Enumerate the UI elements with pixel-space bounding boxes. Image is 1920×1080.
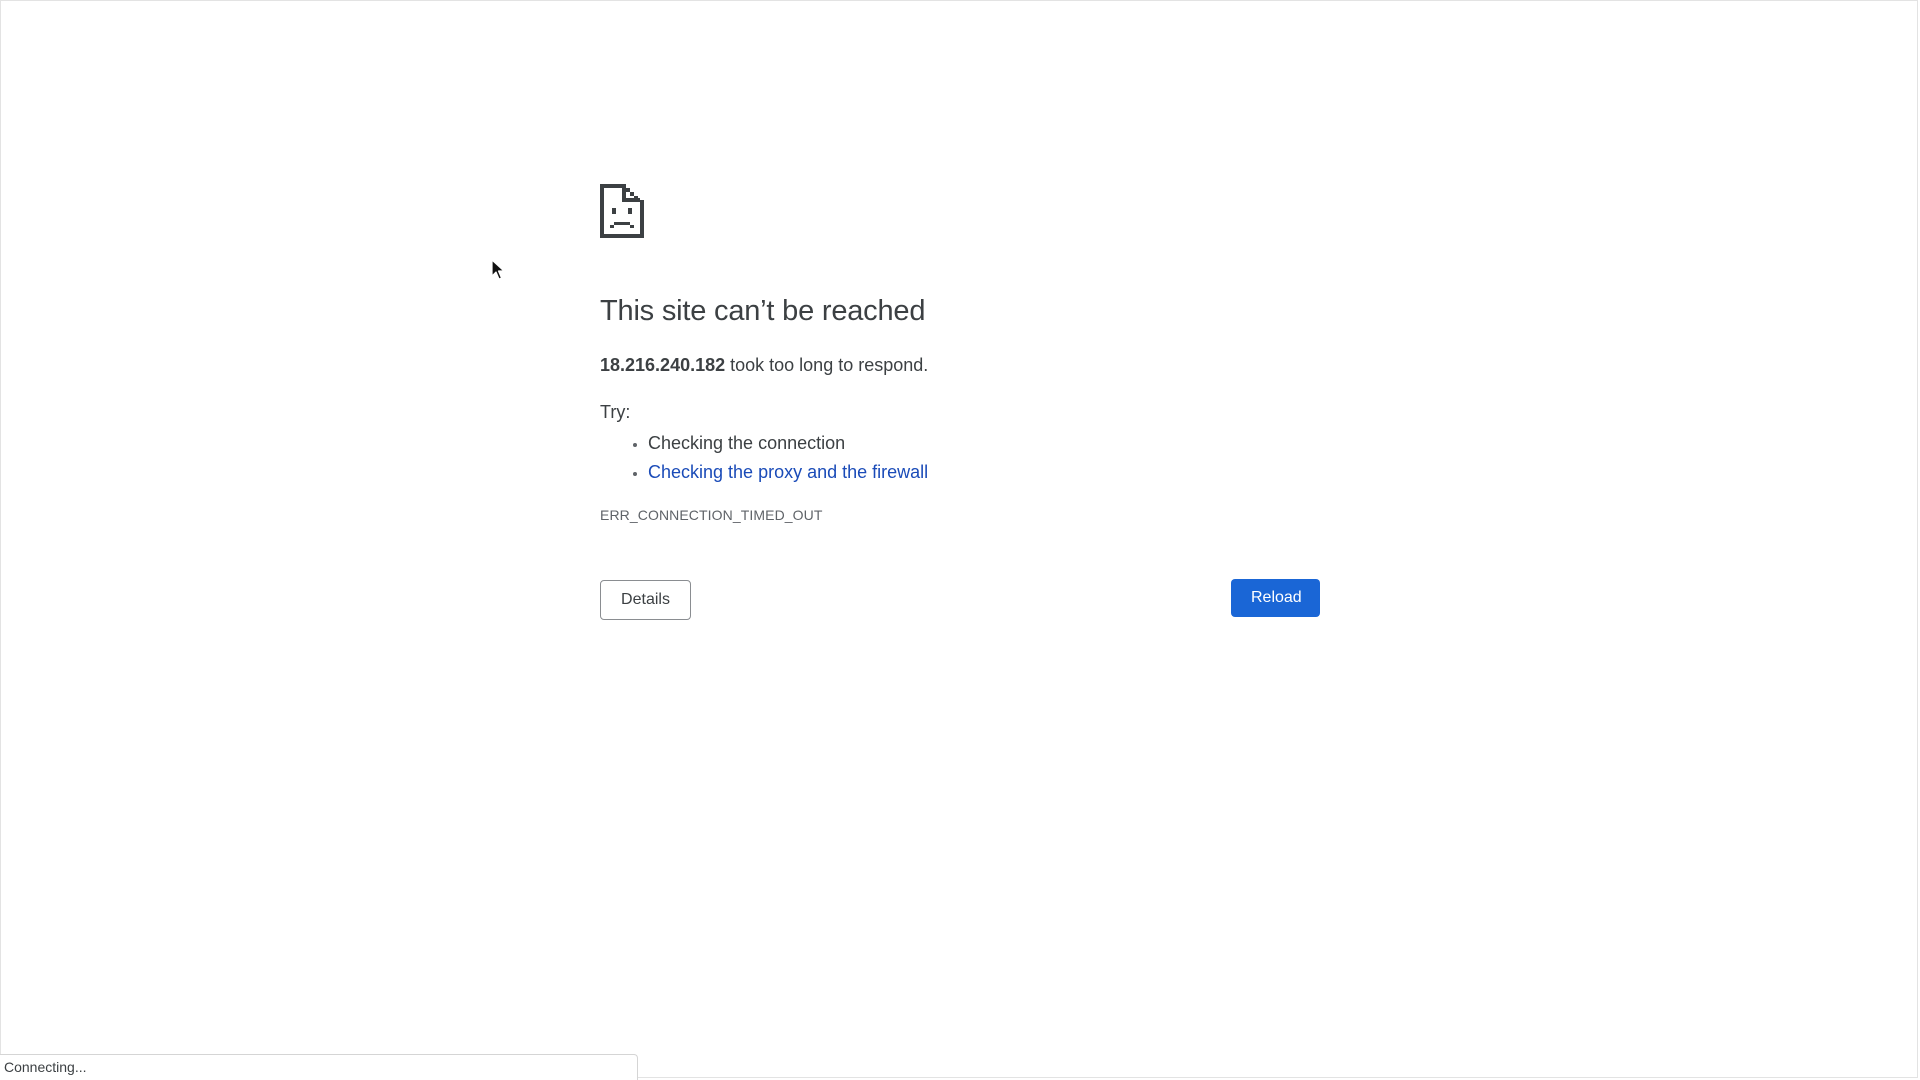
error-host: 18.216.240.182: [600, 354, 726, 375]
error-title: This site can’t be reached: [600, 295, 926, 327]
try-label: Try:: [600, 401, 631, 422]
error-page: This site can’t be reached 18.216.240.18…: [600, 184, 1320, 621]
error-summary-text: took too long to respond.: [725, 354, 929, 375]
suggestion-check-connection: Checking the connection: [648, 432, 846, 453]
reload-button[interactable]: Reload: [1231, 578, 1320, 617]
suggestions-list: Checking the connection Checking the pro…: [600, 429, 1320, 487]
suggestion-item: Checking the connection: [648, 429, 1320, 458]
error-code: ERR_CONNECTION_TIMED_OUT: [600, 506, 823, 523]
error-summary: 18.216.240.182 took too long to respond.: [600, 355, 1320, 376]
details-button[interactable]: Details: [600, 579, 691, 620]
sad-document-icon: [600, 184, 644, 238]
mouse-cursor-icon: [491, 259, 505, 280]
suggestion-proxy-firewall-link[interactable]: Checking the proxy and the firewall: [648, 462, 928, 482]
status-bubble: Connecting...: [0, 1054, 638, 1080]
button-row: Details Reload: [600, 578, 1320, 621]
suggestion-item: Checking the proxy and the firewall: [648, 458, 1320, 487]
